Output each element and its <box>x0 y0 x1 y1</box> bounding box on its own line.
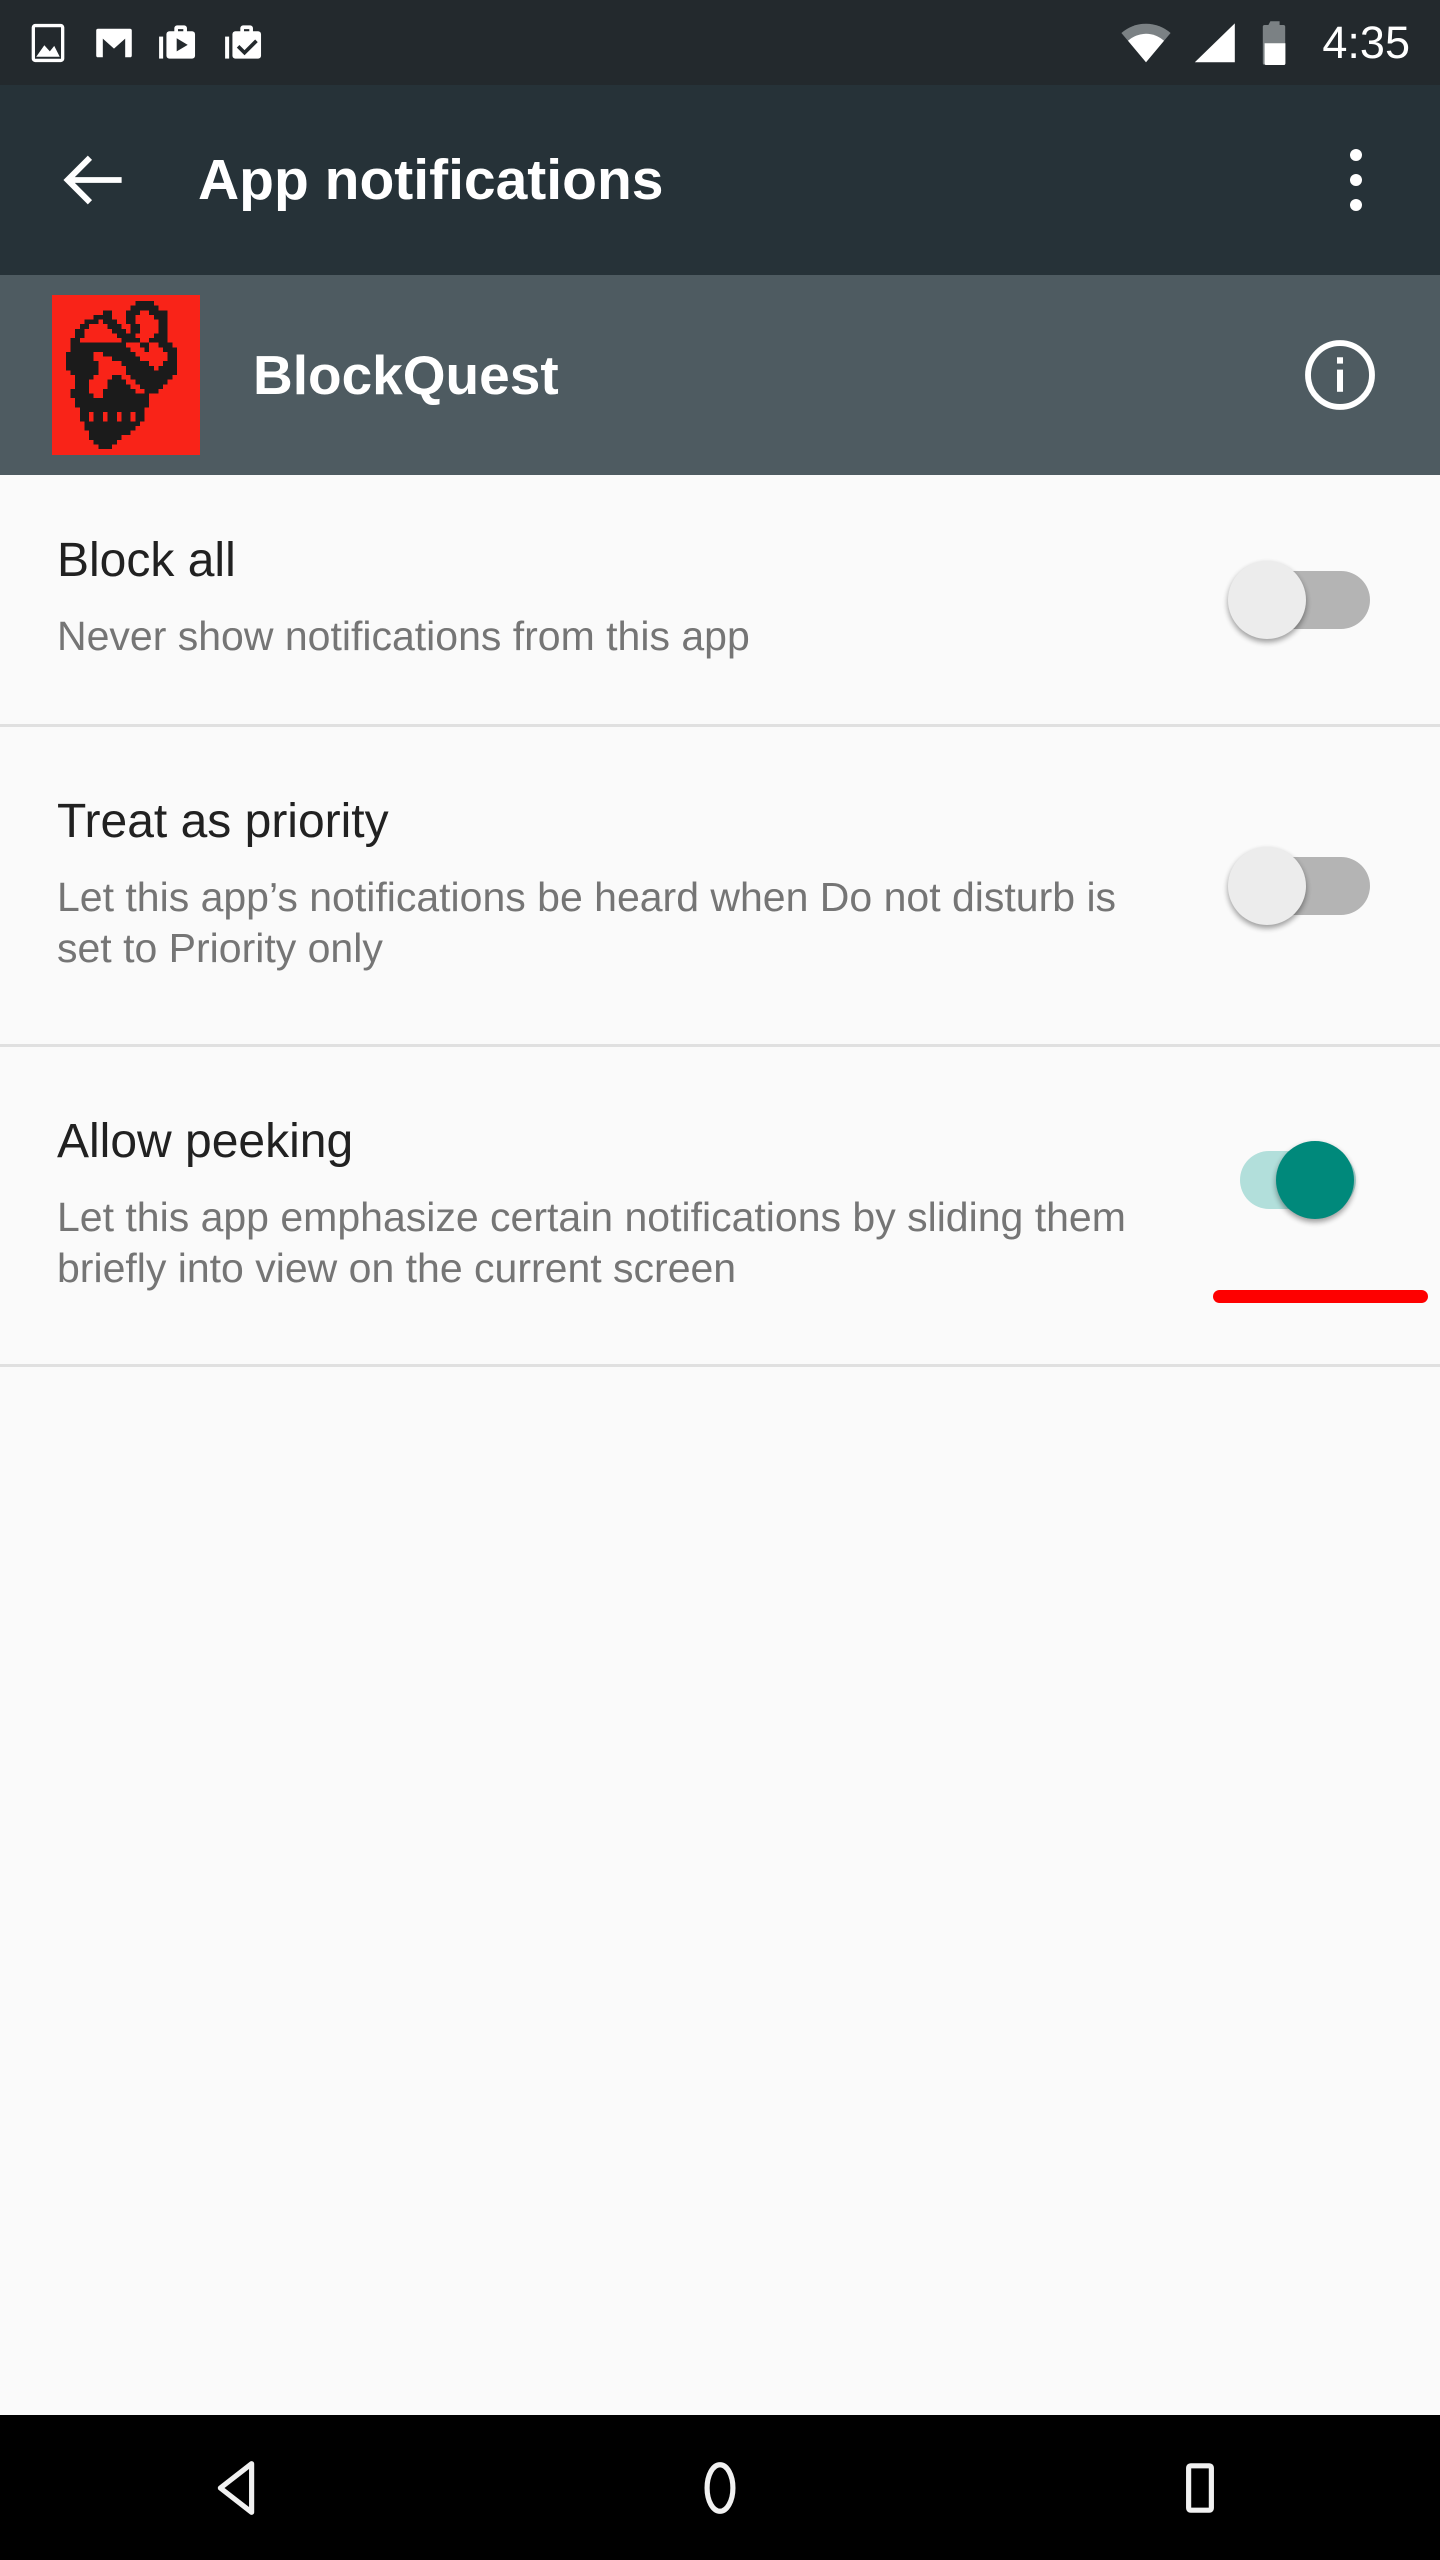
status-bar-notification-icons <box>26 21 1120 65</box>
status-bar-clock: 4:35 <box>1322 17 1410 68</box>
navigation-bar <box>0 2415 1440 2560</box>
cellular-signal-icon <box>1195 22 1236 62</box>
app-info-button[interactable] <box>1302 337 1378 413</box>
arrow-back-icon <box>63 155 122 205</box>
overflow-menu-button[interactable] <box>1316 125 1396 235</box>
setting-title: Block all <box>57 534 236 588</box>
app-name: BlockQuest <box>253 343 559 406</box>
blockquest-skull-icon <box>52 295 200 455</box>
annotation-underline <box>1213 1290 1428 1303</box>
nav-recents-square-icon <box>1186 2462 1214 2513</box>
setting-row-text: Allow peeking Let this app emphasize cer… <box>57 1114 1170 1294</box>
setting-row-text: Block all Never show notifications from … <box>57 537 1170 662</box>
app-header[interactable]: BlockQuest <box>0 275 1440 475</box>
screenshot-image-icon <box>31 23 65 62</box>
setting-row-block-all[interactable]: Block all Never show notifications from … <box>0 475 1440 724</box>
status-bar: 4:35 <box>0 0 1440 85</box>
wifi-partial-icon <box>1121 23 1172 62</box>
setting-summary: Let this app emphasize certain notificat… <box>57 1193 1126 1291</box>
switch-thumb <box>1228 560 1306 639</box>
setting-summary: Never show notifications from this app <box>57 613 750 660</box>
status-bar-system-icons: 4:35 <box>1120 20 1410 66</box>
switch-container <box>1170 560 1440 639</box>
setting-row-allow-peeking[interactable]: Allow peeking Let this app emphasize cer… <box>0 1047 1440 1364</box>
work-checkmark-icon <box>225 24 262 59</box>
notification-settings-list: Block all Never show notifications from … <box>0 475 1440 1367</box>
back-button[interactable] <box>46 132 142 228</box>
nav-home-button[interactable] <box>640 2415 800 2560</box>
gmail-icon <box>96 28 132 57</box>
switch-container <box>1170 1140 1440 1237</box>
more-vert-icon-dot-3 <box>1350 199 1362 211</box>
setting-title: Allow peeking <box>57 1114 354 1168</box>
switch-thumb <box>1276 1140 1354 1219</box>
work-play-store-icon <box>159 24 196 59</box>
switch-container <box>1170 846 1440 925</box>
setting-row-treat-as-priority[interactable]: Treat as priority Let this app’s notific… <box>0 727 1440 1044</box>
more-vert-icon-dot-2 <box>1350 174 1362 186</box>
treat-as-priority-switch[interactable] <box>1228 846 1370 925</box>
phone-screen: 4:35 App notifications BlockQuest Block … <box>0 0 1440 2560</box>
allow-peeking-switch[interactable] <box>1240 1140 1370 1219</box>
switch-thumb <box>1228 846 1306 925</box>
more-vert-icon-dot-1 <box>1350 149 1362 161</box>
info-outline-icon <box>1305 340 1375 410</box>
nav-home-circle-icon <box>704 2461 736 2514</box>
setting-row-text: Treat as priority Let this app’s notific… <box>57 794 1170 974</box>
setting-title: Treat as priority <box>57 794 389 848</box>
setting-summary: Let this app’s notifications be heard wh… <box>57 873 1117 971</box>
list-divider <box>0 1364 1440 1367</box>
battery-half-icon <box>1263 20 1286 65</box>
page-title: App notifications <box>198 147 664 212</box>
nav-back-button[interactable] <box>160 2415 320 2560</box>
action-bar: App notifications <box>0 85 1440 275</box>
nav-recents-button[interactable] <box>1120 2415 1280 2560</box>
skull-glyph <box>52 296 200 454</box>
nav-back-triangle-icon <box>217 2460 255 2515</box>
block-all-switch[interactable] <box>1228 560 1370 639</box>
